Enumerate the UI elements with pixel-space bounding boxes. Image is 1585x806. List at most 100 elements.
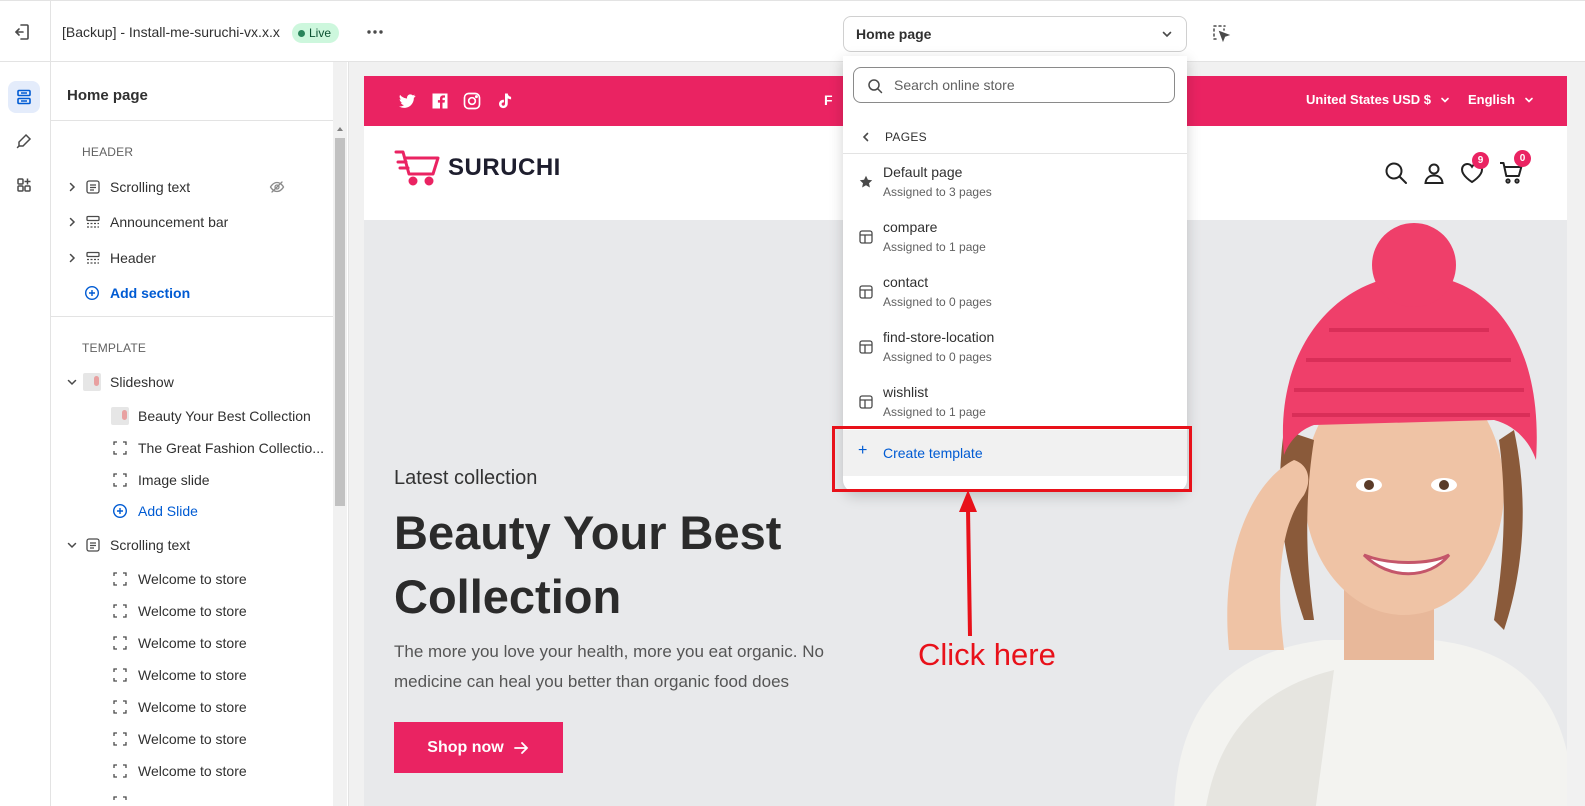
- section-scrolling-text[interactable]: Scrolling text: [51, 530, 333, 560]
- sidebar-scrollbar-thumb[interactable]: [335, 138, 345, 506]
- theme-name: [Backup] - Install-me-suruchi-vx.x.x: [62, 24, 280, 40]
- block-frame-icon: [113, 441, 127, 455]
- block-frame-icon: [113, 572, 127, 586]
- app-embeds-icon[interactable]: [8, 169, 40, 201]
- annotation-arrow: [959, 490, 977, 637]
- search-icon[interactable]: [1383, 160, 1409, 186]
- search-field[interactable]: [853, 67, 1175, 103]
- template-name: find-store-location: [883, 329, 995, 345]
- pages-back-label: PAGES: [885, 130, 927, 144]
- search-icon: [868, 79, 883, 94]
- cart-count-badge: 0: [1514, 150, 1531, 167]
- template-icon: [859, 285, 873, 299]
- block-scrolling-item[interactable]: Welcome to store: [51, 756, 333, 786]
- account-icon[interactable]: [1421, 160, 1447, 186]
- sections-icon[interactable]: [8, 81, 40, 113]
- slide-thumbnail: [111, 407, 129, 425]
- section-slideshow[interactable]: Slideshow: [51, 367, 333, 397]
- add-section-label: Add section: [110, 285, 191, 301]
- block-scrolling-item[interactable]: Welcome to store: [51, 564, 333, 594]
- block-scrolling-item[interactable]: Welcome to store: [51, 692, 333, 722]
- block-scrolling-item-partial[interactable]: [51, 788, 333, 806]
- exit-icon[interactable]: [12, 21, 34, 43]
- block-frame-icon: [113, 732, 127, 746]
- template-icon: [859, 340, 873, 354]
- instagram-icon[interactable]: [462, 91, 482, 111]
- page-select[interactable]: Home page: [843, 16, 1187, 52]
- add-slide-button[interactable]: Add Slide: [51, 496, 333, 526]
- template-name: Default page: [883, 164, 963, 180]
- eye-off-icon[interactable]: [269, 179, 285, 195]
- template-option[interactable]: Default page Assigned to 3 pages: [843, 156, 1187, 208]
- chevron-right-icon[interactable]: [65, 215, 79, 229]
- shop-now-button[interactable]: Shop now: [394, 722, 563, 773]
- template-option[interactable]: wishlist Assigned to 1 page: [843, 376, 1187, 428]
- template-name: wishlist: [883, 384, 929, 400]
- facebook-icon[interactable]: [430, 91, 450, 111]
- chevron-right-icon[interactable]: [65, 251, 79, 265]
- block-scrolling-item[interactable]: Welcome to store: [51, 628, 333, 658]
- section-header[interactable]: Header: [51, 243, 333, 273]
- template-assigned: Assigned to 0 pages: [883, 295, 992, 309]
- text-block-icon: [86, 180, 100, 194]
- divider: [51, 316, 333, 317]
- block-slide[interactable]: Image slide: [51, 465, 333, 495]
- divider: [51, 120, 333, 121]
- live-dot-icon: [298, 29, 305, 37]
- block-scrolling-item[interactable]: Welcome to store: [51, 724, 333, 754]
- template-name: compare: [883, 219, 938, 235]
- block-scrolling-item[interactable]: Welcome to store: [51, 596, 333, 626]
- tiktok-icon[interactable]: [494, 91, 514, 111]
- block-frame-icon: [113, 700, 127, 714]
- scroll-up-icon[interactable]: [335, 125, 345, 133]
- template-option[interactable]: find-store-location Assigned to 0 pages: [843, 321, 1187, 373]
- page-select-label: Home page: [856, 26, 932, 42]
- chevron-left-icon: [862, 132, 869, 142]
- block-slide[interactable]: Beauty Your Best Collection: [51, 401, 333, 431]
- block-label: Welcome to store: [138, 731, 247, 747]
- block-label: Welcome to store: [138, 667, 247, 683]
- star-icon: [859, 175, 873, 188]
- annotation-highlight-box: [832, 426, 1192, 492]
- block-label: Welcome to store: [138, 603, 247, 619]
- block-frame-icon: [113, 764, 127, 778]
- select-cursor-icon[interactable]: [1211, 23, 1231, 43]
- add-section-button[interactable]: Add section: [51, 278, 333, 308]
- plus-circle-icon: [112, 503, 128, 519]
- section-scrolling-text[interactable]: Scrolling text: [51, 172, 333, 202]
- currency-select[interactable]: United States USD $: [1306, 92, 1451, 107]
- chevron-down-icon[interactable]: [65, 375, 79, 389]
- hero-eyebrow: Latest collection: [394, 467, 538, 489]
- block-frame-icon: [113, 796, 127, 806]
- template-option[interactable]: compare Assigned to 1 page: [843, 211, 1187, 263]
- block-scrolling-item[interactable]: Welcome to store: [51, 660, 333, 690]
- search-input[interactable]: [892, 76, 1152, 94]
- currency-label: United States USD $: [1306, 92, 1431, 107]
- template-option[interactable]: contact Assigned to 0 pages: [843, 266, 1187, 318]
- wishlist-count-badge: 9: [1472, 152, 1489, 169]
- chevron-down-icon: [1525, 97, 1533, 103]
- store-logo[interactable]: SURUCHI: [394, 148, 561, 188]
- block-label: Welcome to store: [138, 571, 247, 587]
- add-slide-label: Add Slide: [138, 503, 198, 519]
- logo-text: SURUCHI: [448, 154, 561, 181]
- language-select[interactable]: English: [1468, 92, 1535, 107]
- chevron-down-icon[interactable]: [65, 538, 79, 552]
- pages-back-button[interactable]: PAGES: [843, 121, 1187, 153]
- theme-settings-icon[interactable]: [8, 125, 40, 157]
- annotation-text: Click here: [918, 637, 1056, 672]
- template-assigned: Assigned to 1 page: [883, 240, 986, 254]
- sidebar-title: Home page: [67, 87, 148, 104]
- twitter-icon[interactable]: [397, 91, 417, 111]
- section-label: Scrolling text: [110, 537, 191, 553]
- chevron-right-icon[interactable]: [65, 180, 79, 194]
- more-horizontal-icon[interactable]: [364, 21, 386, 43]
- section-announcement-bar[interactable]: Announcement bar: [51, 207, 333, 237]
- header-group-label: HEADER: [82, 145, 134, 159]
- layout-header-icon: [86, 215, 100, 228]
- shop-now-label: Shop now: [427, 738, 504, 756]
- plus-circle-icon: [84, 285, 100, 301]
- block-label: Welcome to store: [138, 699, 247, 715]
- live-badge: Live: [292, 23, 340, 43]
- block-slide[interactable]: The Great Fashion Collectio...: [51, 433, 333, 463]
